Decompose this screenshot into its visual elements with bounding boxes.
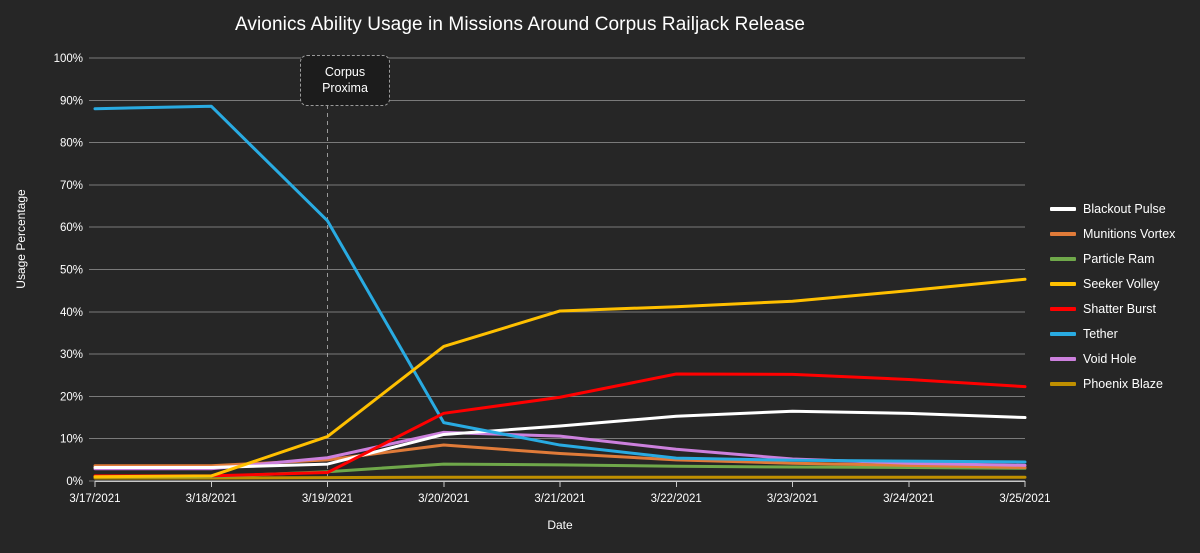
legend-item-label: Blackout Pulse [1083, 201, 1166, 216]
legend-item[interactable]: Seeker Volley [1050, 271, 1200, 296]
legend-item[interactable]: Phoenix Blaze [1050, 371, 1200, 396]
legend-swatch-icon [1050, 381, 1076, 386]
x-axis-tick-label: 3/19/2021 [302, 493, 353, 505]
legend-item-label: Shatter Burst [1083, 301, 1156, 316]
legend-swatch-icon [1050, 356, 1076, 361]
legend-item[interactable]: Particle Ram [1050, 246, 1200, 271]
legend-item-label: Seeker Volley [1083, 276, 1160, 291]
legend-item[interactable]: Munitions Vortex [1050, 221, 1200, 246]
legend-swatch-icon [1050, 256, 1076, 261]
x-axis-tick-label: 3/22/2021 [651, 493, 702, 505]
plot-area: 0% 10% 20% 30% 40% 50% 60% 70% 80% 90% 100% 3/17/20… [54, 53, 1051, 505]
legend-item[interactable]: Shatter Burst [1050, 296, 1200, 321]
legend-item-label: Particle Ram [1083, 251, 1155, 266]
y-axis-tick-label: 10% [60, 434, 83, 446]
y-axis-tick-label: 90% [60, 95, 83, 107]
chart-legend: Blackout Pulse Munitions Vortex Particle R… [1050, 196, 1200, 396]
legend-swatch-icon [1050, 306, 1076, 311]
y-axis-tick-label: 0% [66, 476, 83, 488]
x-axis-tick-label: 3/23/2021 [767, 493, 818, 505]
y-axis-tick-label: 50% [60, 265, 83, 277]
x-axis-title: Date [547, 518, 573, 532]
x-axis-tick-label: 3/20/2021 [418, 493, 469, 505]
legend-item-label: Void Hole [1083, 351, 1137, 366]
x-axis-tick-label: 3/18/2021 [186, 493, 237, 505]
y-axis-tick-label: 30% [60, 349, 83, 361]
annotation-line-2: Proxima [322, 81, 368, 96]
legend-item-label: Munitions Vortex [1083, 226, 1176, 241]
legend-item-label: Tether [1083, 326, 1118, 341]
legend-item-label: Phoenix Blaze [1083, 376, 1163, 391]
x-axis-tick-label: 3/25/2021 [999, 493, 1050, 505]
chart-container: Avionics Ability Usage in Missions Aroun… [0, 0, 1200, 553]
legend-item[interactable]: Tether [1050, 321, 1200, 346]
y-axis-tick-label: 20% [60, 391, 83, 403]
x-axis-tick-label: 3/21/2021 [534, 493, 585, 505]
legend-item[interactable]: Blackout Pulse [1050, 196, 1200, 221]
legend-swatch-icon [1050, 281, 1076, 286]
y-axis-tick-label: 100% [54, 53, 83, 65]
legend-swatch-icon [1050, 231, 1076, 236]
series-line [93, 475, 1027, 480]
legend-swatch-icon [1050, 206, 1076, 211]
series-line [93, 104, 1027, 464]
y-axis-tick-label: 80% [60, 138, 83, 150]
y-axis-title: Usage Percentage [14, 189, 28, 289]
y-axis-tick-label: 60% [60, 222, 83, 234]
x-axis-tick-label: 3/17/2021 [69, 493, 120, 505]
series-line [93, 409, 1027, 469]
legend-swatch-icon [1050, 331, 1076, 336]
x-axis-tick-label: 3/24/2021 [883, 493, 934, 505]
legend-item[interactable]: Void Hole [1050, 346, 1200, 371]
annotation-line-1: Corpus [324, 65, 366, 79]
y-axis-tick-label: 40% [60, 307, 83, 319]
y-axis-tick-label: 70% [60, 180, 83, 192]
annotation-corpus-proxima: Corpus Proxima [300, 55, 390, 106]
